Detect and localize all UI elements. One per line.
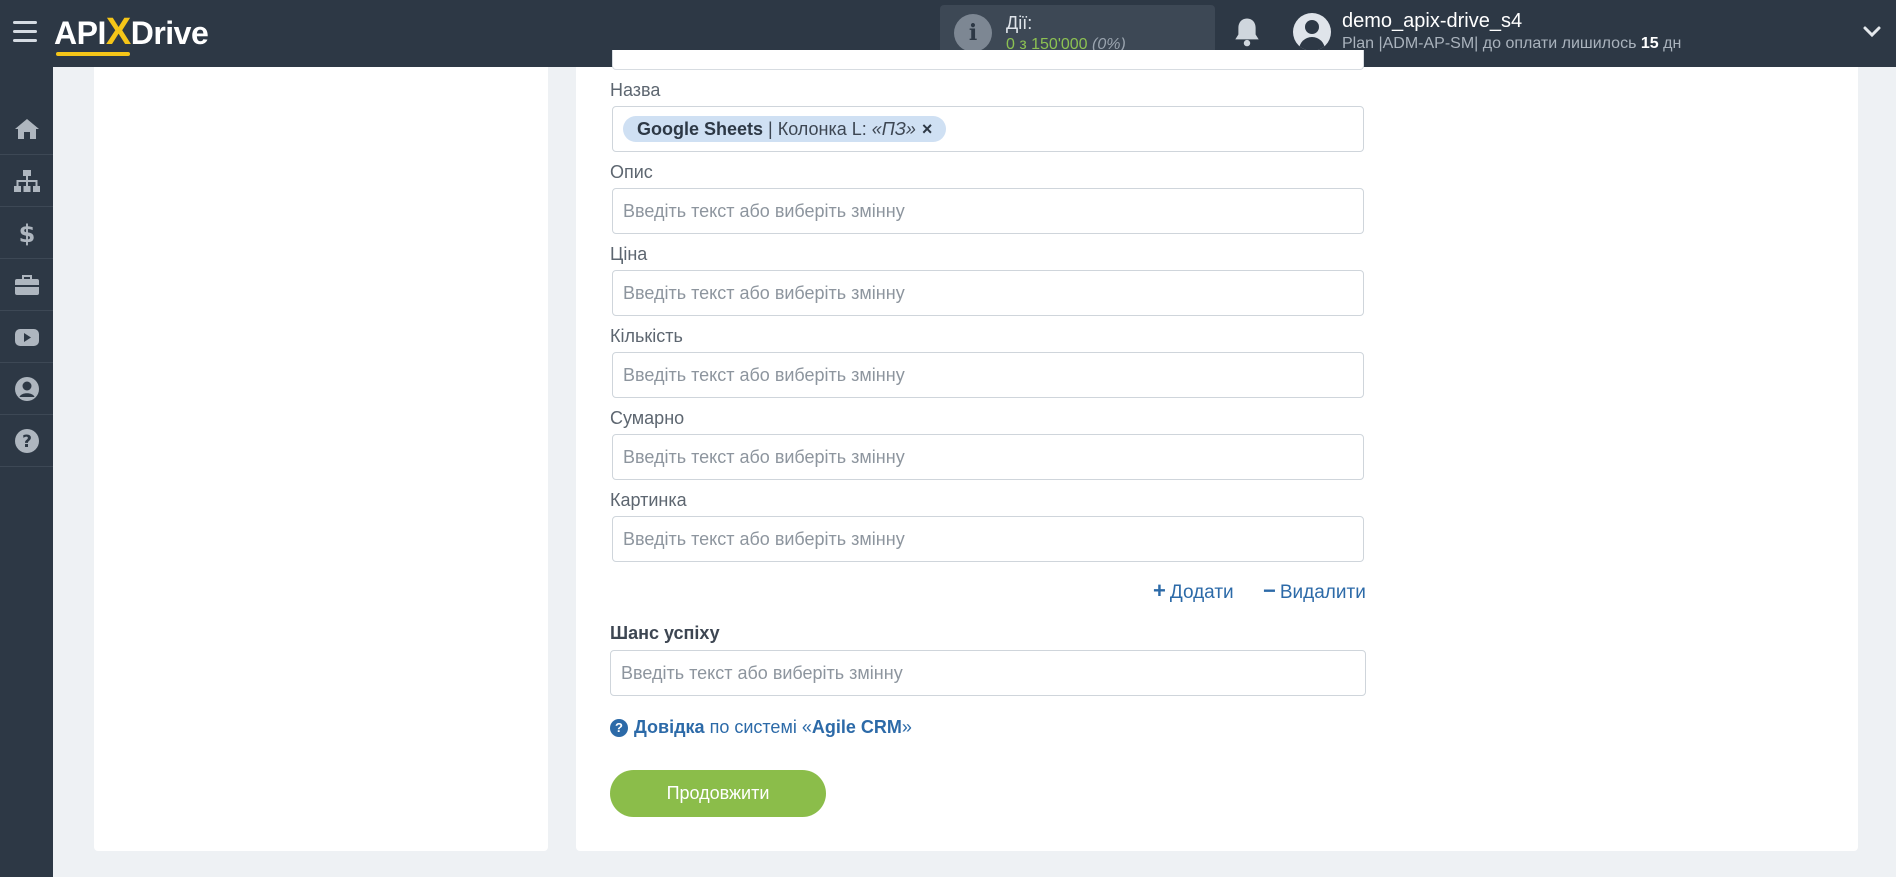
- svg-text:$: $: [18, 220, 35, 247]
- question-circle-icon: ?: [610, 718, 628, 737]
- remove-button[interactable]: − Видалити: [1263, 578, 1366, 604]
- sitemap-icon: [13, 169, 40, 192]
- system-link[interactable]: Agile CRM: [812, 717, 902, 738]
- price-label: Ціна: [610, 244, 648, 264]
- remove-tag-icon[interactable]: ×: [922, 116, 933, 142]
- sidebar-item-connections[interactable]: [0, 155, 53, 207]
- continue-button[interactable]: Продовжити: [610, 770, 826, 817]
- hamburger-menu-icon[interactable]: [13, 21, 37, 43]
- chevron-down-icon[interactable]: [1862, 22, 1882, 42]
- svg-text:?: ?: [22, 432, 32, 452]
- image-label: Картинка: [610, 490, 687, 510]
- sidebar-item-services[interactable]: [0, 259, 53, 311]
- username[interactable]: demo_apix-drive_s4: [1342, 10, 1522, 33]
- total-label: Сумарно: [610, 408, 685, 428]
- avatar[interactable]: [1293, 13, 1331, 51]
- sidebar-item-help[interactable]: ?: [0, 415, 53, 467]
- sidebar: $ ?: [0, 67, 53, 877]
- youtube-icon: [14, 328, 39, 346]
- plus-icon: +: [1153, 578, 1166, 603]
- sidebar-item-video[interactable]: [0, 311, 53, 363]
- plan-info: Plan |ADM-AP-SM| до оплати лишилось 15 д…: [1342, 35, 1682, 52]
- price-input[interactable]: Введіть текст або виберіть змінну: [612, 270, 1364, 316]
- apix-drive-logo[interactable]: APIXDrive: [54, 10, 234, 56]
- left-panel: [94, 67, 548, 851]
- sidebar-item-home[interactable]: [0, 103, 53, 155]
- info-icon: i: [954, 14, 992, 52]
- help-link[interactable]: Довідка: [634, 717, 705, 738]
- actions-label: Дії:: [1006, 13, 1033, 33]
- question-circle-icon: ?: [14, 428, 39, 453]
- description-label: Опис: [610, 162, 653, 182]
- name-label: Назва: [610, 80, 661, 100]
- sidebar-item-profile[interactable]: [0, 363, 53, 415]
- home-icon: [14, 118, 39, 139]
- total-input[interactable]: Введіть текст або виберіть змінну: [612, 434, 1364, 480]
- quantity-label: Кількість: [610, 326, 683, 346]
- user-circle-icon: [14, 376, 39, 401]
- description-input[interactable]: Введіть текст або виберіть змінну: [612, 188, 1364, 234]
- bell-icon[interactable]: [1232, 16, 1262, 48]
- dollar-icon: $: [18, 220, 35, 247]
- image-input[interactable]: Введіть текст або виберіть змінну: [612, 516, 1364, 562]
- name-input[interactable]: Google Sheets | Колонка L: «ПЗ» ×: [612, 106, 1364, 152]
- success-chance-label: Шанс успіху: [610, 623, 720, 643]
- minus-icon: −: [1263, 578, 1276, 603]
- variable-tag: Google Sheets | Колонка L: «ПЗ» ×: [623, 116, 947, 142]
- sidebar-item-billing[interactable]: $: [0, 207, 53, 259]
- add-button[interactable]: + Додати: [1153, 578, 1234, 604]
- previous-field-input[interactable]: [612, 50, 1364, 70]
- success-chance-input[interactable]: Введіть текст або виберіть змінну: [610, 650, 1366, 696]
- briefcase-icon: [14, 274, 39, 295]
- quantity-input[interactable]: Введіть текст або виберіть змінну: [612, 352, 1364, 398]
- help-line: ? Довідка по системі «Agile CRM»: [610, 717, 912, 738]
